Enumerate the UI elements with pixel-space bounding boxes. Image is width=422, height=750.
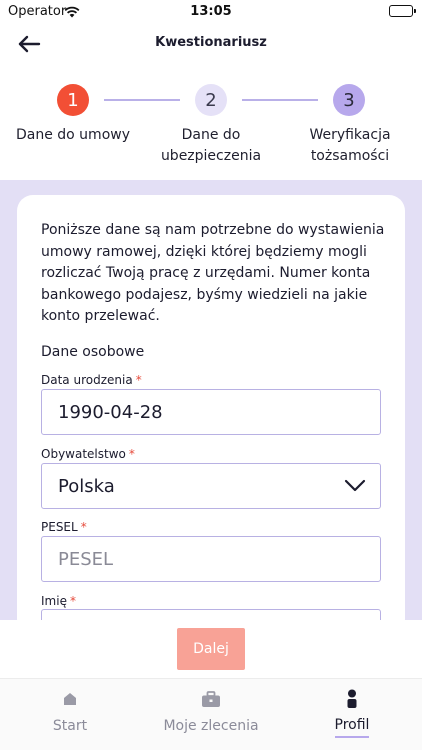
birth-date-label: Data urodzenia * — [41, 373, 142, 387]
profile-icon — [347, 689, 357, 708]
briefcase-icon — [202, 690, 220, 707]
active-tab-indicator — [335, 736, 369, 738]
chevron-down-icon — [344, 479, 366, 492]
status-time: 13:05 — [190, 4, 232, 19]
pesel-label: PESEL * — [41, 520, 87, 534]
step-2-label: Dane do ubezpieczenia — [160, 127, 262, 164]
tab-bar: Start Moje zlecenia Profil — [0, 678, 422, 750]
step-connector — [104, 99, 180, 101]
step-2-indicator: 2 — [195, 84, 227, 116]
status-bar: Operator 13:05 — [0, 0, 422, 24]
tab-start[interactable]: Start — [30, 679, 110, 750]
citizenship-value: Polska — [58, 475, 115, 497]
section-title: Dane osobowe — [41, 344, 145, 360]
pesel-field[interactable] — [41, 536, 381, 582]
tab-moje-zlecenia[interactable]: Moje zlecenia — [150, 679, 272, 750]
page-title: Kwestionariusz — [155, 35, 267, 50]
birth-date-value: 1990-04-28 — [58, 401, 163, 423]
step-1-indicator: 1 — [57, 84, 89, 116]
first-name-label: Imię * — [41, 594, 76, 608]
home-icon — [64, 693, 76, 705]
step-3-indicator: 3 — [333, 84, 365, 116]
citizenship-label: Obywatelstwo * — [41, 447, 135, 461]
bottom-action-bar: Dalej — [0, 620, 422, 678]
step-1-label: Dane do umowy — [15, 127, 130, 143]
tab-profil[interactable]: Profil — [312, 679, 392, 750]
intro-text: Poniższe dane są nam potrzebne do wystaw… — [41, 222, 385, 324]
birth-date-field[interactable]: 1990-04-28 — [41, 389, 381, 435]
progress-stepper: 1 2 3 Dane do umowy Dane do ubezpieczeni… — [0, 84, 422, 180]
battery-icon — [389, 5, 416, 17]
step-connector — [242, 99, 318, 101]
next-button[interactable]: Dalej — [177, 628, 245, 670]
pesel-input[interactable] — [58, 548, 358, 570]
citizenship-select[interactable]: Polska — [41, 463, 381, 509]
header: Kwestionariusz — [0, 24, 422, 64]
step-3-label: Weryfikacja tożsamości — [309, 127, 391, 164]
